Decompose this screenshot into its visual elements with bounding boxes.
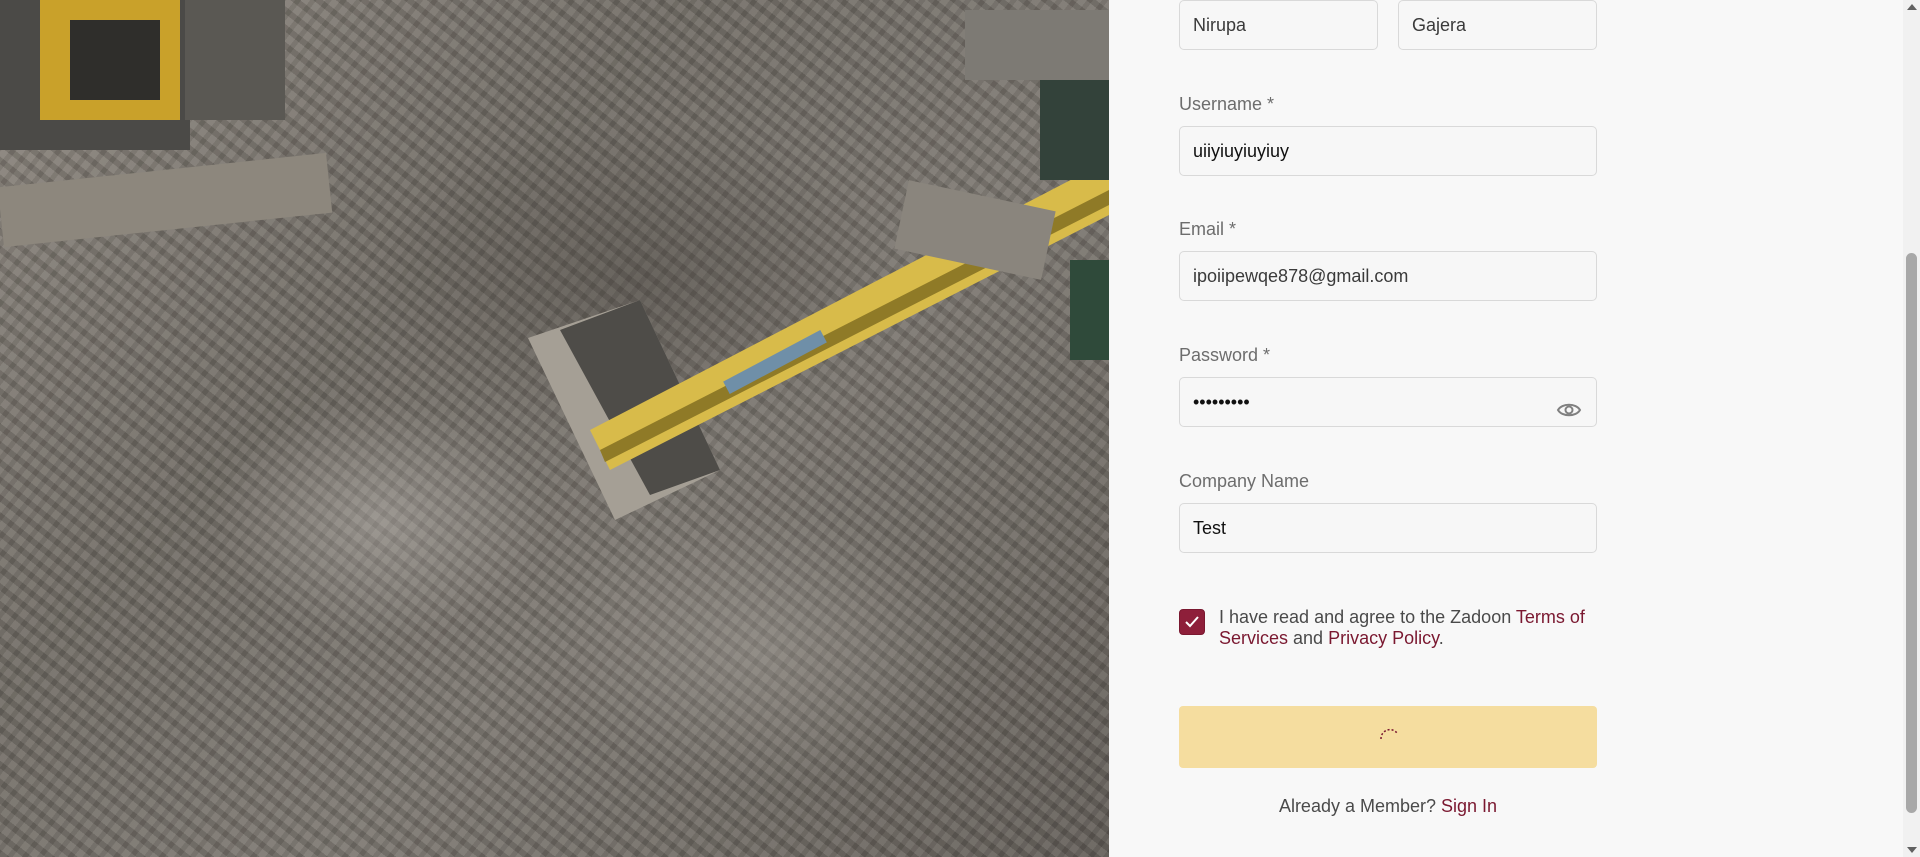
signup-panel: Nirupa Gajera Username * uiiyiuyiuyiuy E… bbox=[1109, 0, 1903, 857]
company-name-field[interactable]: Test bbox=[1179, 503, 1597, 553]
email-label: Email * bbox=[1179, 219, 1237, 239]
eye-icon[interactable] bbox=[1556, 391, 1582, 417]
check-icon bbox=[1185, 616, 1199, 628]
password-field[interactable]: ••••••••• bbox=[1179, 377, 1597, 427]
construction-site-photo bbox=[0, 0, 1109, 857]
sign-in-link[interactable]: Sign In bbox=[1441, 796, 1497, 816]
scrollbar-thumb[interactable] bbox=[1906, 253, 1917, 813]
username-label: Username * bbox=[1179, 94, 1275, 114]
sign-in-prompt: Already a Member? Sign In bbox=[1179, 796, 1597, 817]
agree-prefix: I have read and agree to the Zadoon bbox=[1219, 607, 1516, 627]
excavator-illustration bbox=[0, 0, 1109, 520]
spinner-icon bbox=[1380, 728, 1398, 740]
privacy-policy-link[interactable]: Privacy Policy bbox=[1328, 628, 1439, 648]
password-value: ••••••••• bbox=[1193, 392, 1250, 412]
vertical-scrollbar[interactable] bbox=[1903, 0, 1920, 857]
submit-button[interactable] bbox=[1179, 706, 1597, 768]
email-field[interactable]: ipoiipewqe878@gmail.com bbox=[1179, 251, 1597, 301]
agree-suffix: . bbox=[1438, 628, 1444, 648]
terms-agreement-text: I have read and agree to the Zadoon Term… bbox=[1219, 607, 1599, 649]
member-prompt-text: Already a Member? bbox=[1278, 796, 1442, 816]
scroll-up-arrow-icon[interactable] bbox=[1907, 4, 1917, 10]
first-name-field[interactable]: Nirupa bbox=[1179, 0, 1378, 50]
terms-checkbox[interactable] bbox=[1179, 609, 1205, 635]
company-name-label: Company Name bbox=[1179, 471, 1310, 491]
username-field[interactable]: uiiyiuyiuyiuy bbox=[1179, 126, 1597, 176]
scroll-down-arrow-icon[interactable] bbox=[1907, 847, 1917, 853]
password-label: Password * bbox=[1179, 345, 1271, 365]
agree-middle: and bbox=[1288, 628, 1329, 648]
bulldozer-shape bbox=[0, 0, 333, 248]
last-name-field[interactable]: Gajera bbox=[1398, 0, 1597, 50]
